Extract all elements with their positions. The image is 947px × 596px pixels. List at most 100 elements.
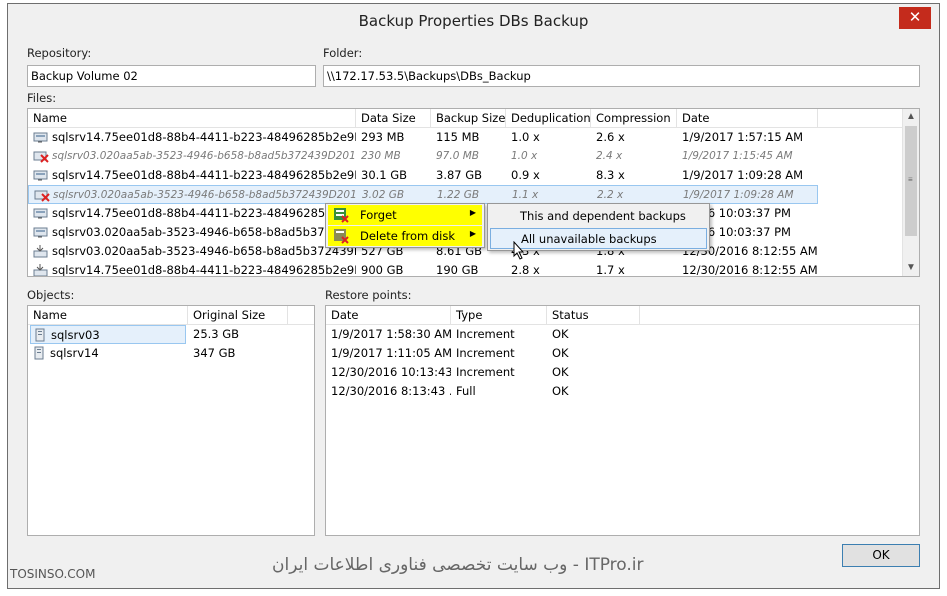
files-grid[interactable]: Name Data Size Backup Size Deduplication… xyxy=(27,108,920,277)
repository-field[interactable]: Backup Volume 02 xyxy=(27,65,316,87)
file-cell: 0.9 x xyxy=(506,166,591,185)
file-cell: sqlsrv14.75ee01d8-88b4-4411-b223-4849628… xyxy=(28,261,356,277)
file-cell: 97.0 MB xyxy=(431,147,506,166)
file-cell: 900 GB xyxy=(356,261,431,277)
file-cell-backup-size: 115 MB xyxy=(436,130,480,144)
scroll-down-icon[interactable]: ▼ xyxy=(903,260,919,276)
file-cell: 1/9/2017 1:15:45 AM xyxy=(677,147,818,166)
file-cell-backup-size: 190 GB xyxy=(436,263,479,277)
file-cell-date: 1/9/2017 1:15:45 AM xyxy=(682,150,793,162)
restore-cell-status: OK xyxy=(552,365,569,379)
menu-item-forget[interactable]: Forget ▶ xyxy=(328,205,482,225)
file-cell-dedup: 1.1 x xyxy=(512,189,539,201)
object-size: 25.3 GB xyxy=(193,327,240,341)
col-header-spacer xyxy=(288,306,314,325)
files-label: Files: xyxy=(27,91,57,105)
files-scrollbar[interactable]: ▲ ≡ ▼ xyxy=(902,109,919,276)
file-cell-data-size: 293 MB xyxy=(361,130,405,144)
file-cell-data-size: 3.02 GB xyxy=(362,189,405,201)
col-header-status[interactable]: Status xyxy=(547,306,640,325)
file-cell-date: 12/30/2016 8:12:55 AM xyxy=(682,263,818,277)
file-cell-data-size: 900 GB xyxy=(361,263,404,277)
objects-grid[interactable]: Name Original Size sqlsrv03 25.3 GB sqlsrv… xyxy=(27,305,315,536)
file-row[interactable]: sqlsrv14.75ee01d8-88b4-4411-b223-4849628… xyxy=(28,261,818,277)
restore-cell-type: Full xyxy=(456,384,476,398)
file-cell-backup-size: 3.87 GB xyxy=(436,168,483,182)
file-cell: 230 MB xyxy=(356,147,431,166)
restore-point-row[interactable]: 1/9/2017 1:11:05 AM Increment OK xyxy=(326,344,919,363)
object-row[interactable]: sqlsrv03 25.3 GB xyxy=(28,325,314,344)
file-cell: 8.3 x xyxy=(591,166,677,185)
file-cell: sqlsrv14.75ee01d8-88b4-4411-b223-4849628… xyxy=(28,166,356,185)
scroll-up-icon[interactable]: ▲ xyxy=(903,109,919,125)
file-cell: 2.4 x xyxy=(591,147,677,166)
restore-point-row[interactable]: 12/30/2016 10:13:43 ... Increment OK xyxy=(326,363,919,382)
object-row[interactable]: sqlsrv14 347 GB xyxy=(28,344,314,363)
file-cell: 190 GB xyxy=(431,261,506,277)
repository-label: Repository: xyxy=(27,46,92,60)
forget-icon xyxy=(334,208,349,223)
context-menu: Forget ▶ Delete from disk ▶ xyxy=(325,203,485,248)
col-header-deduplication[interactable]: Deduplication xyxy=(506,109,591,128)
col-header-date[interactable]: Date xyxy=(326,306,451,325)
col-header-backup-size[interactable]: Backup Size xyxy=(431,109,506,128)
col-header-type[interactable]: Type xyxy=(451,306,547,325)
file-cell: sqlsrv03.020aa5ab-3523-4946-b658-b8ad5b3… xyxy=(28,223,356,242)
file-cell: 12/30/2016 8:12:55 AM xyxy=(677,261,818,277)
watermark-center: ITPro.ir - وب سایت تخصصی فناوری اطلاعات … xyxy=(272,555,644,575)
col-header-name[interactable]: Name xyxy=(28,306,188,325)
file-cell-date: 1/9/2017 1:09:28 AM xyxy=(682,168,804,182)
ok-button[interactable]: OK xyxy=(842,544,920,567)
file-cell-dedup: 2.8 x xyxy=(511,263,540,277)
menu-item-delete-from-disk[interactable]: Delete from disk ▶ xyxy=(328,226,482,246)
object-size: 347 GB xyxy=(193,346,236,360)
folder-field[interactable]: \\172.17.53.5\Backups\DBs_Backup xyxy=(323,65,920,87)
mouse-cursor-icon xyxy=(513,241,525,260)
file-cell: sqlsrv14.75ee01d8-88b4-4411-b223-4849628… xyxy=(28,128,356,147)
restore-cell-type: Increment xyxy=(456,346,515,360)
file-cell-dedup: 1.0 x xyxy=(511,130,540,144)
col-header-date[interactable]: Date xyxy=(677,109,818,128)
restore-point-row[interactable]: 1/9/2017 1:58:30 AM Increment OK xyxy=(326,325,919,344)
submenu-arrow-icon: ▶ xyxy=(469,229,476,238)
restore-cell-type: Increment xyxy=(456,365,515,379)
file-cell: 30.1 GB xyxy=(356,166,431,185)
scroll-thumb[interactable]: ≡ xyxy=(905,126,917,236)
backup-properties-window: Backup Properties DBs Backup ✕ Repositor… xyxy=(7,3,940,589)
col-header-data-size[interactable]: Data Size xyxy=(356,109,431,128)
file-cell-compression: 2.2 x xyxy=(597,189,624,201)
file-cell-name: sqlsrv03.020aa5ab-3523-4946-b658-b8ad5b3… xyxy=(52,225,356,239)
file-row[interactable]: sqlsrv03.020aa5ab-3523-4946-b658-b8ad5b3… xyxy=(28,147,818,166)
file-cell-compression: 8.3 x xyxy=(596,168,625,182)
restore-points-label: Restore points: xyxy=(325,288,412,302)
restore-cell-status: OK xyxy=(552,346,569,360)
file-cell-name: sqlsrv14.75ee01d8-88b4-4411-b223-4849628… xyxy=(52,263,356,277)
col-header-name[interactable]: Name xyxy=(28,109,356,128)
restore-cell-date: 12/30/2016 10:13:43 ... xyxy=(331,365,451,379)
restore-point-row[interactable]: 12/30/2016 8:13:43 ... Full OK xyxy=(326,382,919,401)
col-header-original-size[interactable]: Original Size xyxy=(188,306,288,325)
file-cell-name: sqlsrv14.75ee01d8-88b4-4411-b223-4849628… xyxy=(52,130,356,144)
restore-cell-status: OK xyxy=(552,327,569,341)
file-cell: 1/9/2017 1:09:28 AM xyxy=(677,166,818,185)
menu-item-label: Forget xyxy=(360,208,397,222)
col-header-compression[interactable]: Compression xyxy=(591,109,677,128)
file-cell-data-size: 230 MB xyxy=(361,150,401,162)
file-cell-compression: 1.7 x xyxy=(596,263,625,277)
col-header-spacer xyxy=(818,109,904,128)
file-row[interactable]: sqlsrv03.020aa5ab-3523-4946-b658-b8ad5b3… xyxy=(28,185,818,204)
submenu-item-this-and-dependent[interactable]: This and dependent backups xyxy=(490,206,707,227)
object-name: sqlsrv14 xyxy=(30,344,186,363)
menu-item-label: Delete from disk xyxy=(360,229,456,243)
window-title: Backup Properties DBs Backup xyxy=(358,12,589,30)
file-row[interactable]: sqlsrv14.75ee01d8-88b4-4411-b223-4849628… xyxy=(28,166,818,185)
delete-icon xyxy=(334,229,349,244)
close-button[interactable]: ✕ xyxy=(899,7,931,29)
file-cell-backup-size: 1.22 GB xyxy=(437,189,480,201)
file-cell-compression: 2.6 x xyxy=(596,130,625,144)
folder-label: Folder: xyxy=(323,46,363,60)
file-row[interactable]: sqlsrv14.75ee01d8-88b4-4411-b223-4849628… xyxy=(28,128,818,147)
file-cell-name: sqlsrv14.75ee01d8-88b4-4411-b223-4849628… xyxy=(52,168,356,182)
restore-cell-date: 12/30/2016 8:13:43 ... xyxy=(331,384,451,398)
restore-points-grid[interactable]: Date Type Status 1/9/2017 1:58:30 AM Incr… xyxy=(325,305,920,536)
